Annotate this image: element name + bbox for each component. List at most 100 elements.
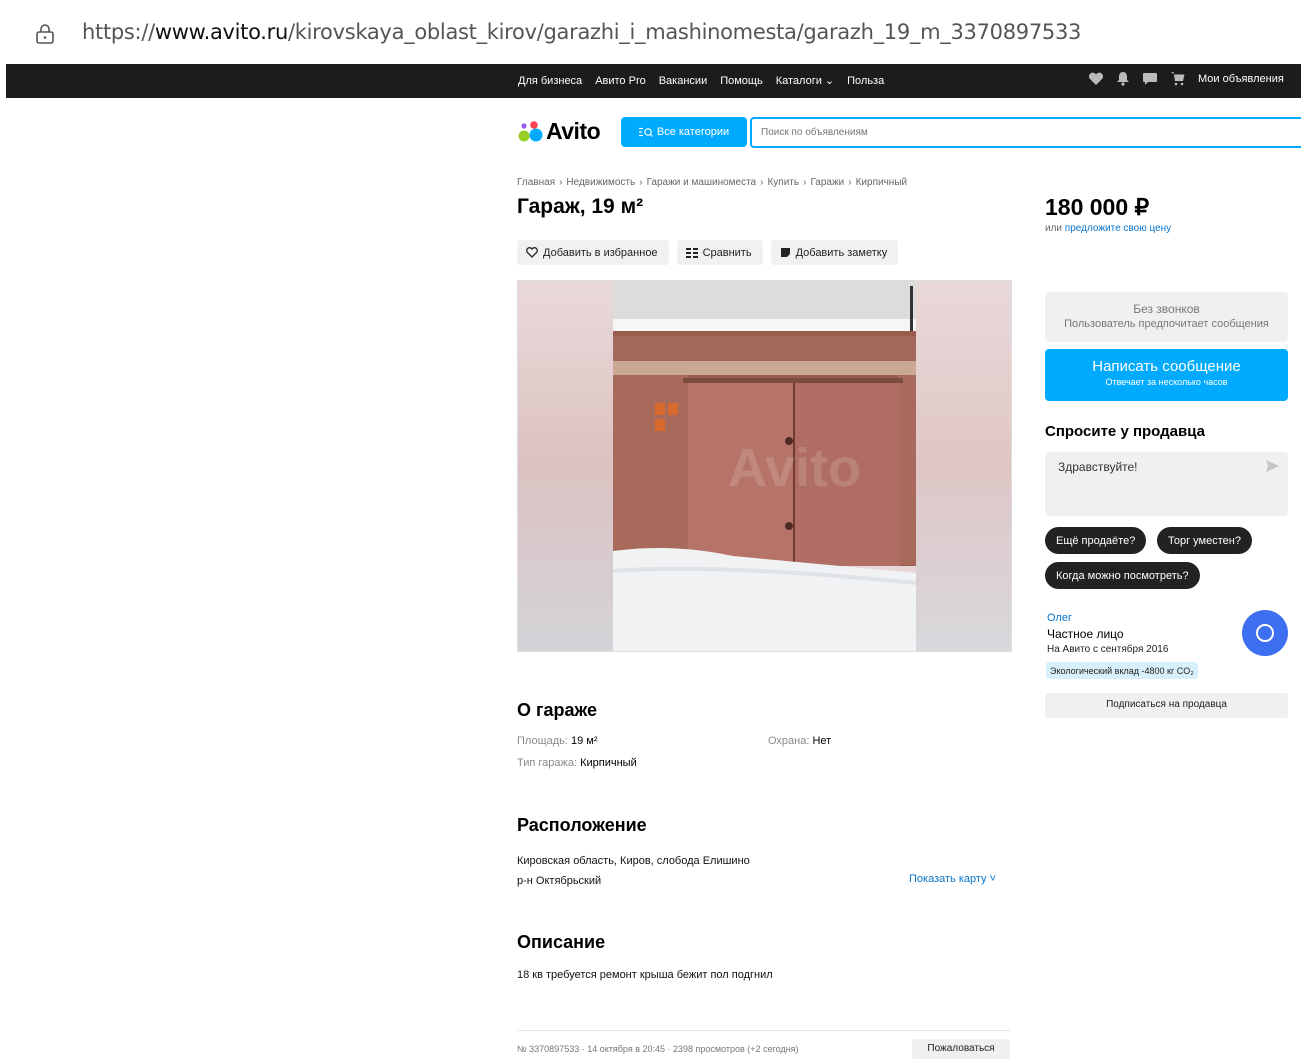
cart-icon[interactable] [1170, 71, 1186, 86]
breadcrumb-garages[interactable]: Гаражи [810, 177, 844, 188]
logo-text: Avito [546, 118, 601, 144]
description-section-title: Описание [517, 932, 606, 952]
add-note-button[interactable]: Добавить заметку [770, 240, 899, 265]
param-area-key: Площадь: [517, 735, 571, 747]
offer-prefix: или [1045, 223, 1065, 234]
lock-icon [36, 24, 54, 44]
add-to-favorites-label: Добавить в избранное [543, 246, 658, 259]
param-area-value: 19 м² [571, 735, 598, 747]
param-security: Охрана: Нет [768, 735, 831, 747]
message-input[interactable]: Здравствуйте! [1058, 460, 1138, 474]
breadcrumb-separator: › [559, 177, 563, 188]
top-navigation: Для бизнеса Авито Pro Вакансии Помощь Катало… [6, 64, 1301, 98]
breadcrumb-separator: › [760, 177, 764, 188]
param-area: Площадь: 19 м² [517, 735, 598, 747]
footer-divider [517, 1030, 1010, 1031]
avito-logo-icon [518, 120, 543, 141]
description-text: 18 кв требуется ремонт крыша бежит пол п… [517, 969, 773, 981]
search-input[interactable] [752, 119, 1283, 146]
browser-address-bar[interactable]: https://www.avito.ru/kirovskaya_oblast_k… [0, 0, 1301, 62]
price-offer: или предложите свою цену [1045, 223, 1171, 234]
param-security-value: Нет [812, 735, 832, 747]
write-message-label: Написать сообщение [1092, 358, 1241, 375]
bell-icon[interactable] [1116, 71, 1130, 86]
url-domain: www.avito.ru [154, 20, 289, 44]
avito-logo[interactable]: Avito [517, 118, 601, 145]
breadcrumb-realty[interactable]: Недвижимость [566, 177, 635, 188]
all-categories-button[interactable]: Все категории [621, 117, 747, 147]
quick-reply-bargain[interactable]: Торг уместен? [1157, 527, 1252, 554]
compare-button[interactable]: Сравнить [676, 240, 763, 265]
seller-type: Частное лицо [1047, 627, 1124, 641]
location-section-title: Расположение [517, 815, 647, 835]
breadcrumb-separator: › [803, 177, 807, 188]
all-categories-label: Все категории [656, 126, 730, 138]
param-security-key: Охрана: [768, 735, 813, 747]
nav-link-business[interactable]: Для бизнеса [518, 75, 582, 87]
param-type: Тип гаража: Кирпичный [517, 757, 637, 769]
nav-link-benefit[interactable]: Польза [847, 75, 884, 87]
url-prefix: https:// [82, 20, 155, 44]
listing-actions: Добавить в избранное Сравнить Добавить з… [517, 240, 899, 265]
location-address: Кировская область, Киров, слобода Елишин… [517, 855, 750, 867]
compare-label: Сравнить [702, 246, 752, 259]
nav-link-help[interactable]: Помощь [720, 75, 763, 87]
note-icon [780, 248, 790, 257]
eco-badge[interactable]: Экологический вклад -4800 кг CO₂ [1046, 662, 1198, 679]
heart-outline-icon [526, 247, 538, 258]
quick-reply-when-view[interactable]: Когда можно посмотреть? [1045, 562, 1200, 589]
param-type-value: Кирпичный [580, 757, 637, 769]
response-time: Отвечает за несколько часов [1105, 377, 1228, 387]
categories-search-icon [638, 127, 653, 137]
nav-link-avito-pro[interactable]: Авито Pro [595, 75, 646, 87]
breadcrumb-separator: › [848, 177, 852, 188]
breadcrumb: Главная › Недвижимость › Гаражи и машиномест… [517, 177, 907, 188]
report-button[interactable]: Пожаловаться [912, 1039, 1010, 1059]
add-to-favorites-button[interactable]: Добавить в избранное [517, 240, 669, 265]
top-nav-links: Для бизнеса Авито Pro Вакансии Помощь Катало… [518, 74, 897, 87]
nav-link-vacancies[interactable]: Вакансии [659, 75, 708, 87]
breadcrumb-home[interactable]: Главная [517, 177, 555, 188]
listing-meta: № 3370897533 · 14 октября в 20:45 · 2398… [517, 1044, 799, 1054]
url-text[interactable]: https://www.avito.ru/kirovskaya_oblast_k… [82, 20, 1081, 44]
photo-blur-right [916, 281, 1011, 651]
assistant-ring-icon [1256, 624, 1274, 642]
ask-seller-title: Спросите у продавца [1045, 423, 1205, 440]
photo-blur-left [518, 281, 613, 651]
offer-price-link[interactable]: предложите свою цену [1065, 223, 1171, 234]
write-message-button[interactable]: Написать сообщение Отвечает за несколько… [1045, 349, 1288, 401]
param-type-key: Тип гаража: [517, 757, 581, 769]
garage-photo: Avito [613, 281, 916, 651]
location-address-block: Кировская область, Киров, слобода Елишин… [517, 851, 750, 891]
show-map-link[interactable]: Показать карту ˅ [909, 873, 996, 885]
breadcrumb-brick[interactable]: Кирпичный [856, 177, 907, 188]
page-title: Гараж, 19 м² [517, 195, 644, 218]
compare-icon [685, 248, 698, 258]
breadcrumb-separator: › [639, 177, 643, 188]
breadcrumb-buy[interactable]: Купить [767, 177, 799, 188]
assistant-button[interactable] [1242, 610, 1288, 656]
seller-since: На Авито с сентября 2016 [1047, 644, 1169, 655]
no-calls-title: Без звонков [1133, 302, 1200, 316]
about-section-title: О гараже [517, 700, 598, 720]
chat-icon[interactable] [1142, 72, 1158, 86]
nav-link-catalogs[interactable]: Каталоги ⌄ [776, 75, 834, 87]
listing-photo[interactable]: Avito [517, 280, 1012, 652]
location-district: р-н Октябрьский [517, 875, 602, 887]
price: 180 000 ₽ [1045, 194, 1150, 220]
send-icon[interactable] [1266, 460, 1279, 472]
breadcrumb-garages-parking[interactable]: Гаражи и машиноместа [647, 177, 757, 188]
user-nav: Мои объявления [1088, 71, 1284, 86]
my-ads-link[interactable]: Мои объявления [1198, 73, 1284, 85]
quick-reply-still-selling[interactable]: Ещё продаёте? [1045, 527, 1147, 554]
add-note-label: Добавить заметку [795, 246, 888, 259]
no-calls-subtitle: Пользователь предпочитает сообщения [1064, 318, 1269, 330]
subscribe-seller-button[interactable]: Подписаться на продавца [1045, 693, 1288, 718]
no-calls-notice: Без звонков Пользователь предпочитает со… [1045, 292, 1288, 342]
search-box[interactable] [750, 117, 1301, 148]
seller-name[interactable]: Олег [1047, 612, 1072, 624]
heart-icon[interactable] [1088, 72, 1104, 86]
photo-watermark: Avito [728, 438, 861, 498]
message-box[interactable]: Здравствуйте! [1045, 452, 1288, 516]
url-path: /kirovskaya_oblast_kirov/garazhi_i_mashi… [288, 20, 1082, 44]
